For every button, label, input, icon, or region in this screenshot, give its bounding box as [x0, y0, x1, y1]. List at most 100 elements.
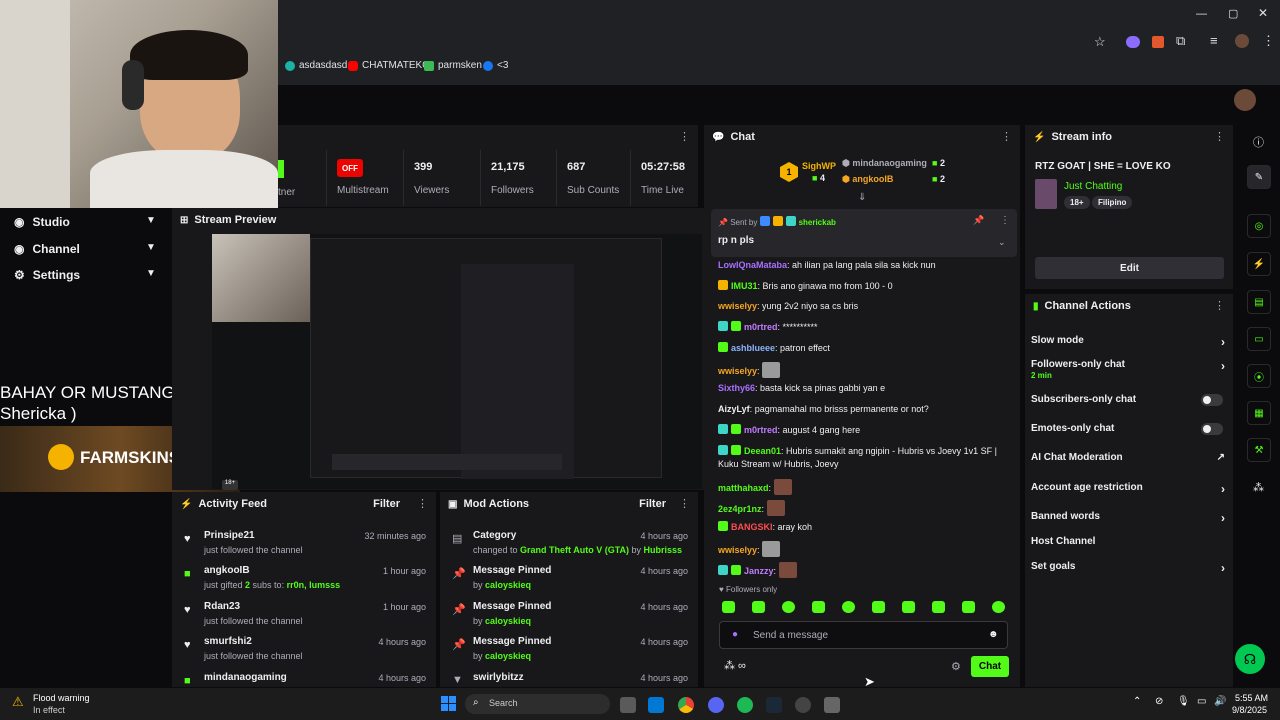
kebab-icon[interactable]: ⋮ [1214, 299, 1225, 312]
emote-icon[interactable] [752, 601, 765, 613]
chat-send-button[interactable]: Chat [971, 656, 1009, 677]
display-icon[interactable]: ▭ [1197, 696, 1206, 707]
target-icon[interactable]: ◎ [1247, 214, 1271, 238]
emote-icon[interactable] [722, 601, 735, 613]
kick-points-icon[interactable]: ⁂ [1253, 481, 1264, 494]
followers-only-duration: 2 min [1031, 371, 1052, 380]
expand-icon[interactable]: ⇓ [858, 192, 866, 203]
top-gifter-name[interactable]: SighWP [802, 161, 836, 171]
sidebar-item-studio[interactable]: ◉ Studio ▼ [14, 215, 156, 229]
windows-start-icon[interactable] [441, 696, 456, 711]
emote-icon[interactable] [872, 601, 885, 613]
emote-icon[interactable] [992, 601, 1005, 613]
gift-icon: ■ [184, 675, 191, 687]
stat-multistream[interactable]: OFF Multistream [326, 150, 402, 206]
network-icon[interactable]: ⊘ [1155, 696, 1163, 707]
category-name[interactable]: Just Chatting [1064, 181, 1122, 192]
volume-icon[interactable]: 🔊 [1214, 696, 1226, 707]
bookmark-item[interactable]: parmsken [424, 60, 482, 71]
wrench-icon[interactable]: ⚒ [1247, 438, 1271, 462]
pin-icon[interactable]: 📌 [973, 215, 984, 226]
extension-icon[interactable] [1152, 36, 1164, 48]
sidebar-item-settings[interactable]: ⚙ Settings ▼ [14, 268, 156, 282]
mic-icon[interactable]: 🎙 [1177, 696, 1190, 707]
ai-moderation-item[interactable]: AI Chat Moderation ↗ [1031, 452, 1231, 463]
bolt-icon[interactable]: ⚡ [1247, 252, 1271, 276]
filter-button[interactable]: Filter [373, 498, 400, 510]
bookmark-item[interactable]: CHATMATEKO [348, 60, 430, 71]
task-view-icon[interactable] [620, 697, 636, 713]
panel-header: ▮ Channel Actions [1033, 300, 1131, 312]
kick-points-icon[interactable]: ⁂ ∞ [724, 659, 746, 672]
profile-avatar[interactable] [1235, 34, 1249, 48]
broadcast-icon[interactable]: ⦿ [1247, 364, 1271, 388]
host-channel-item[interactable]: Host Channel [1031, 536, 1231, 547]
taskbar-search[interactable]: ⌕ Search [465, 694, 610, 714]
layout-icon[interactable]: ▦ [1247, 401, 1271, 425]
followers-only-item[interactable]: Followers-only chat › 2 min [1031, 359, 1231, 380]
kebab-icon[interactable]: ⋮ [1001, 130, 1012, 143]
bookmark-star-icon[interactable]: ☆ [1094, 34, 1106, 50]
maximize-icon[interactable]: ▢ [1228, 7, 1238, 20]
toggle-switch[interactable] [1201, 423, 1223, 435]
kebab-icon[interactable]: ⋮ [679, 130, 690, 143]
filter-button[interactable]: Filter [639, 498, 666, 510]
reading-list-icon[interactable]: ≡ [1210, 33, 1218, 48]
chat-message: Kuku Stream w/ Hubris, Joevy [718, 459, 839, 469]
gear-icon[interactable]: ⚙ [951, 660, 961, 673]
emote-icon[interactable] [812, 601, 825, 613]
pencil-icon[interactable]: ✎ [1247, 165, 1271, 189]
extension-icon[interactable] [1126, 36, 1140, 48]
chevron-down-icon[interactable]: ⌄ [998, 237, 1006, 248]
weather-title[interactable]: Flood warning [33, 693, 90, 703]
chevron-up-icon[interactable]: ⌃ [1133, 696, 1141, 707]
emote-icon[interactable] [962, 601, 975, 613]
kebab-icon[interactable]: ⋮ [1000, 215, 1010, 226]
slow-mode-item[interactable]: Slow mode › [1031, 335, 1231, 349]
sidebar-item-channel[interactable]: ◉ Channel ▼ [14, 242, 156, 256]
set-goals-item[interactable]: Set goals › [1031, 561, 1231, 575]
banned-words-item[interactable]: Banned words › [1031, 511, 1231, 525]
puzzle-icon[interactable]: ⧉ [1176, 33, 1185, 49]
support-headset-icon[interactable]: ☊ [1235, 644, 1265, 674]
emoji-icon[interactable]: ☻ [988, 629, 999, 640]
preview-video[interactable] [212, 234, 702, 489]
gifter-row[interactable]: ⬢ mindanaogaming [842, 158, 927, 169]
bookmark-item[interactable]: asdasdasd [285, 60, 347, 71]
subscribers-only-item[interactable]: Subscribers-only chat [1031, 394, 1231, 406]
calculator-icon[interactable] [824, 697, 840, 713]
bookmark-item[interactable]: <3 [483, 60, 508, 71]
edit-button[interactable]: Edit [1035, 257, 1224, 279]
chat-input[interactable]: ● Send a message ☻ [719, 621, 1008, 649]
menu-icon[interactable]: ⋮ [1262, 33, 1275, 49]
gifter-count: ■ 2 [932, 158, 945, 168]
emote-icon[interactable] [902, 601, 915, 613]
emotes-only-item[interactable]: Emotes-only chat [1031, 423, 1231, 435]
kebab-icon[interactable]: ⋮ [417, 497, 428, 510]
emote-icon[interactable] [842, 601, 855, 613]
shield-icon: ▣ [448, 498, 458, 510]
emote-icon[interactable] [782, 601, 795, 613]
spotify-icon[interactable] [737, 697, 753, 713]
user-avatar[interactable] [1234, 89, 1256, 111]
info-icon[interactable]: ⓘ [1253, 134, 1264, 150]
clock-time[interactable]: 5:55 AM [1235, 693, 1268, 703]
discord-icon[interactable] [708, 697, 724, 713]
kebab-icon[interactable]: ⋮ [1214, 130, 1225, 143]
clock-date[interactable]: 9/8/2025 [1232, 705, 1267, 715]
steam-icon[interactable] [766, 697, 782, 713]
obs-icon[interactable] [795, 697, 811, 713]
emote-icon[interactable] [932, 601, 945, 613]
chat-icon[interactable]: ▭ [1247, 327, 1271, 351]
gifter-row[interactable]: ⬢ angkooIB [842, 174, 893, 185]
minimize-icon[interactable]: — [1196, 8, 1207, 20]
toggle-switch[interactable] [1201, 394, 1223, 406]
kebab-icon[interactable]: ⋮ [679, 497, 690, 510]
account-age-item[interactable]: Account age restriction › [1031, 482, 1231, 496]
preview-webcam [212, 234, 310, 322]
close-icon[interactable]: ✕ [1258, 6, 1268, 20]
mic-icon[interactable]: ● [732, 629, 738, 640]
chrome-icon[interactable] [678, 697, 694, 713]
store-icon[interactable] [648, 697, 664, 713]
document-icon[interactable]: ▤ [1247, 290, 1271, 314]
